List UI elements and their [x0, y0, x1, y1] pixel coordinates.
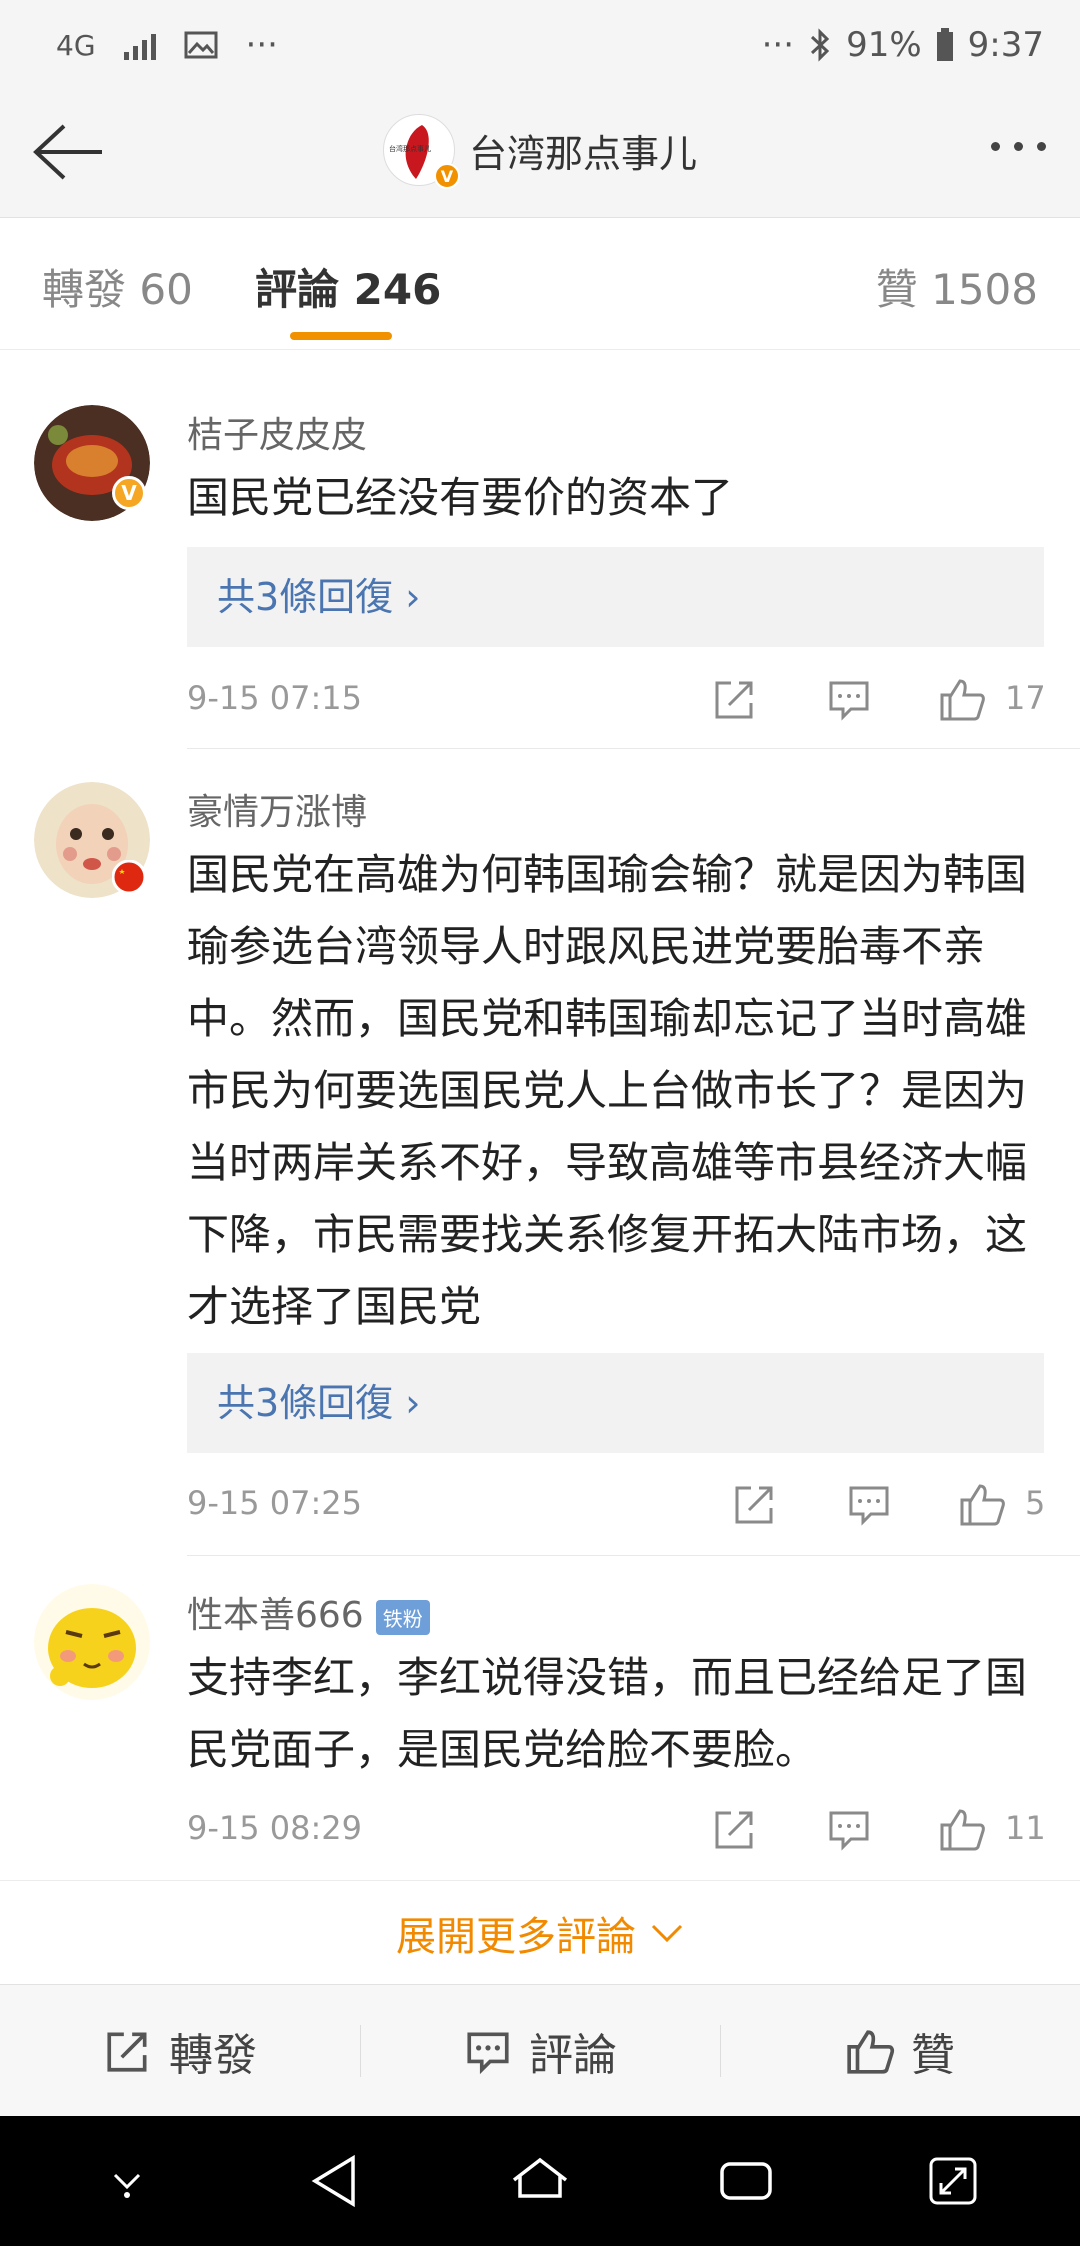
home-icon	[512, 2157, 568, 2198]
status-bar: 4G ··· ··· 91% 9:37	[0, 0, 1080, 90]
tab-likes[interactable]: 贊 1508	[876, 256, 1038, 317]
comment-button[interactable]: 評論	[360, 1985, 720, 2116]
expand-icon	[929, 2157, 977, 2205]
verified-badge: V	[112, 476, 146, 510]
comment-item: 性本善666 铁粉 支持李红，李红说得没错，而且已经给足了国民党面子，是国民党给脸…	[0, 1556, 1080, 1880]
china-flag-badge-icon	[112, 860, 146, 894]
battery-percent: 91%	[846, 25, 922, 65]
like-count: 11	[1005, 1809, 1046, 1847]
bottom-action-bar: 轉發 評論 贊	[0, 1984, 1080, 2116]
comment-meta: 9-15 07:25 5	[187, 1480, 1046, 1530]
username-text: 性本善666	[187, 1595, 364, 1636]
recents-icon	[720, 2162, 773, 2200]
repost-label: 轉發	[169, 2029, 257, 2081]
share-icon[interactable]	[711, 1805, 759, 1853]
comment-icon	[467, 2032, 509, 2074]
share-icon[interactable]	[731, 1480, 779, 1528]
like-icon[interactable]	[938, 675, 986, 723]
view-replies-link[interactable]: 共3條回復 ›	[187, 547, 1044, 647]
signal-icon	[123, 30, 156, 60]
reply-icon[interactable]	[845, 1480, 893, 1528]
chevron-down-icon	[651, 1924, 683, 1942]
tab-repost[interactable]: 轉發 60	[42, 256, 193, 317]
page-title: 台湾那点事儿	[468, 131, 697, 176]
user-avatar[interactable]	[34, 1584, 150, 1700]
battery-icon	[936, 28, 953, 61]
reply-icon[interactable]	[825, 1805, 873, 1853]
comment-username[interactable]: 性本善666 铁粉	[187, 1586, 430, 1638]
chevron-down-icon	[114, 2173, 141, 2198]
image-icon	[184, 31, 218, 59]
comment-text: 支持李红，李红说得没错，而且已经给足了国民党面子，是国民党给脸不要脸。	[187, 1653, 1028, 1774]
account-avatar[interactable]: 台湾那点事儿 V	[382, 114, 460, 189]
comment-time: 9-15 07:15	[187, 679, 363, 717]
view-replies-link[interactable]: 共3條回復 ›	[187, 1353, 1044, 1453]
fan-badge: 铁粉	[375, 1599, 430, 1635]
like-count: 5	[1025, 1484, 1046, 1522]
tab-comments[interactable]: 評論 246	[255, 256, 441, 317]
clock: 9:37	[967, 25, 1044, 65]
share-icon	[107, 2032, 147, 2072]
top-nav-bar: 台湾那点事儿 V 台湾那点事儿	[0, 90, 1080, 218]
like-icon[interactable]	[958, 1480, 1006, 1528]
status-more-icon: ···	[761, 25, 795, 65]
nav-home-button[interactable]	[505, 2146, 575, 2216]
comment-text: 国民党在高雄为何韩国瑜会输？就是因为韩国瑜参选台湾领导人时跟风民进党要胎毒不亲中…	[187, 850, 1028, 1331]
repost-button[interactable]: 轉發	[0, 1985, 360, 2116]
tab-bar: 轉發 60 評論 246 贊 1508	[0, 218, 1080, 350]
network-indicator: 4G	[56, 28, 96, 62]
comment-label: 評論	[529, 2029, 617, 2081]
comment-text: 国民党已经没有要价的资本了	[187, 473, 734, 522]
comment-time: 9-15 08:29	[187, 1809, 363, 1847]
reply-icon[interactable]	[825, 675, 873, 723]
like-label: 贊	[911, 2029, 955, 2081]
like-icon[interactable]	[938, 1805, 986, 1853]
comment-time: 9-15 07:25	[187, 1484, 363, 1522]
svg-text:台湾那点事儿: 台湾那点事儿	[389, 144, 431, 153]
like-icon	[847, 2029, 895, 2074]
active-tab-indicator	[290, 332, 392, 340]
comment-meta: 9-15 08:29 11	[187, 1805, 1046, 1855]
hide-keyboard-button[interactable]	[92, 2146, 162, 2216]
bluetooth-icon	[811, 28, 830, 62]
comment-item: V 桔子皮皮皮 国民党已经没有要价的资本了 共3條回復 › 9-15 07:15…	[0, 376, 1080, 748]
notification-more-icon: ···	[245, 25, 278, 65]
nav-back-button[interactable]	[299, 2146, 369, 2216]
system-navigation-bar	[0, 2116, 1080, 2246]
more-options-icon[interactable]	[991, 142, 1046, 151]
comment-username[interactable]: 桔子皮皮皮	[187, 406, 367, 458]
comment-item: 豪情万涨博 国民党在高雄为何韩国瑜会输？就是因为韩国瑜参选台湾领导人时跟风民进党…	[0, 749, 1080, 1555]
like-button[interactable]: 贊	[720, 1985, 1080, 2116]
triangle-back-icon	[311, 2154, 355, 2208]
share-icon[interactable]	[711, 675, 759, 723]
comment-meta: 9-15 07:15 17	[187, 675, 1046, 725]
nav-expand-button[interactable]	[918, 2146, 988, 2216]
expand-more-label: 展開更多評論	[396, 1913, 636, 1960]
nav-recents-button[interactable]	[711, 2146, 781, 2216]
comment-username[interactable]: 豪情万涨博	[187, 783, 367, 835]
expand-more-comments-button[interactable]: 展開更多評論	[0, 1880, 1080, 1984]
verified-badge: V	[433, 163, 460, 189]
like-count: 17	[1005, 679, 1046, 717]
